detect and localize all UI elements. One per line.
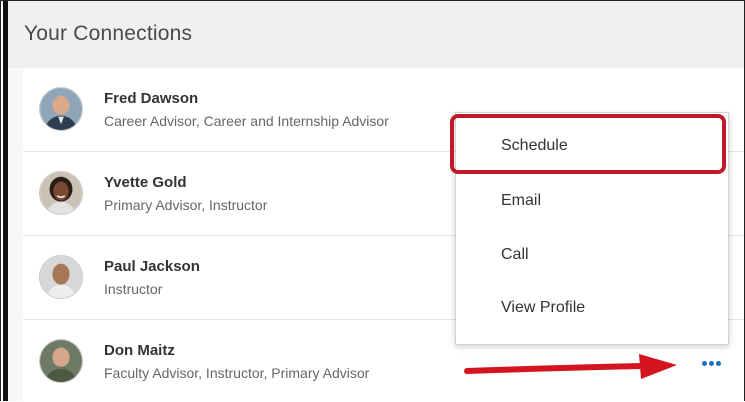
panel-header: Your Connections <box>8 1 744 69</box>
dot <box>708 360 714 366</box>
paul-jackson-avatar <box>40 256 82 298</box>
connection-name[interactable]: Fred Dawson <box>104 90 198 107</box>
connections-panel: Your Connections Fred Dawson Career Advi… <box>0 0 745 401</box>
menu-item-label: Call <box>501 246 529 263</box>
yvette-gold-avatar <box>40 172 82 214</box>
connection-role: Career Advisor, Career and Internship Ad… <box>104 113 389 129</box>
dot <box>701 360 707 366</box>
menu-item-email[interactable]: Email <box>456 176 728 226</box>
connection-role: Instructor <box>104 281 163 297</box>
avatar <box>39 87 83 131</box>
menu-item-label: View Profile <box>501 299 586 316</box>
menu-item-label: Email <box>501 192 542 209</box>
connection-name[interactable]: Paul Jackson <box>104 258 200 275</box>
connection-name[interactable]: Don Maitz <box>104 342 175 359</box>
don-maitz-avatar <box>40 340 82 382</box>
panel-title: Your Connections <box>24 22 193 45</box>
connection-role: Faculty Advisor, Instructor, Primary Adv… <box>104 365 370 381</box>
red-arrow-icon <box>464 354 677 379</box>
more-options-icon[interactable] <box>696 356 726 370</box>
fred-dawson-avatar <box>40 88 82 130</box>
menu-item-view-profile[interactable]: View Profile <box>456 283 728 333</box>
connection-role: Primary Advisor, Instructor <box>104 197 268 213</box>
connection-name[interactable]: Yvette Gold <box>104 174 187 191</box>
avatar <box>39 171 83 215</box>
menu-item-call[interactable]: Call <box>456 230 728 280</box>
schedule-highlight-box <box>450 114 726 174</box>
avatar <box>39 339 83 383</box>
avatar <box>39 255 83 299</box>
dot <box>715 360 721 366</box>
